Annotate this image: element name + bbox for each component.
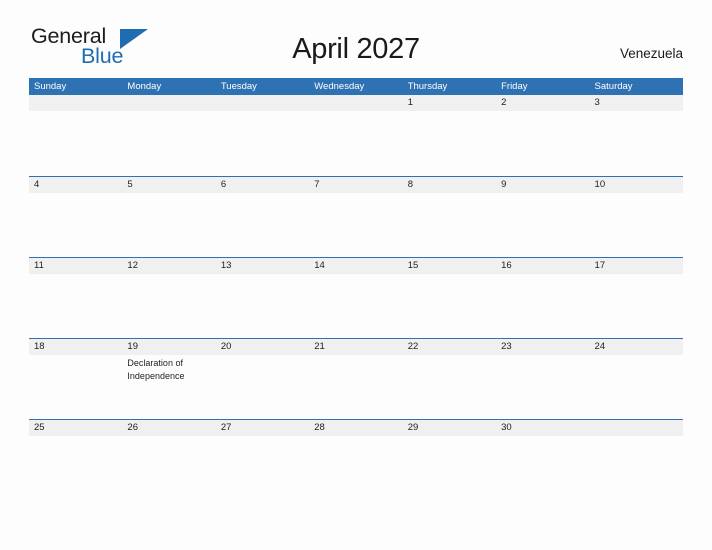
calendar-day-cell[interactable]: 26	[122, 420, 215, 500]
calendar-weeks: 1 2 3 4 5 6 7 8 9 10 11 12 13 14 15 16 17 18 19 Declaration…	[29, 95, 683, 500]
day-number: 14	[314, 260, 325, 271]
country-label: Venezuela	[619, 46, 683, 61]
calendar-day-cell[interactable]: 22	[403, 339, 496, 419]
weekday-monday: Monday	[127, 81, 162, 92]
day-number: 29	[407, 422, 419, 433]
calendar-day-cell[interactable]: 21	[309, 339, 402, 419]
calendar-day-cell[interactable]: 1	[403, 95, 496, 176]
day-number: 3	[594, 97, 600, 108]
day-number: 1	[407, 97, 413, 108]
day-number: 11	[34, 260, 44, 271]
calendar-day-cell[interactable]: 9	[496, 177, 589, 257]
calendar-day-cell[interactable]: 16	[496, 258, 589, 338]
week-cells: 18 19 Declaration of Independence 20 21 22 23 24	[29, 339, 683, 419]
day-number: 30	[501, 422, 512, 433]
weekday-tuesday: Tuesday	[220, 81, 257, 92]
day-number: 19	[127, 341, 138, 352]
calendar-day-cell-empty	[122, 95, 215, 176]
day-number: 12	[127, 260, 138, 271]
page-header: General Blue April 2027 Venezuela	[0, 0, 712, 76]
calendar-day-cell[interactable]: 7	[309, 177, 402, 257]
calendar-week-row: 1 2 3	[29, 95, 683, 176]
calendar-day-cell[interactable]: 10	[590, 177, 683, 257]
day-number: 5	[127, 179, 133, 190]
calendar-day-cell[interactable]: 8	[403, 177, 496, 257]
day-number: 28	[314, 422, 325, 433]
calendar-day-cell[interactable]: 13	[216, 258, 309, 338]
weekday-wednesday: Wednesday	[314, 81, 365, 92]
calendar-day-cell[interactable]: 18	[29, 339, 122, 419]
day-number: 8	[407, 179, 413, 190]
calendar-day-cell-empty	[29, 95, 122, 176]
week-cells: 1 2 3	[29, 95, 683, 176]
calendar-day-cell[interactable]: 24	[590, 339, 683, 419]
day-number: 22	[407, 341, 419, 352]
day-number: 23	[501, 341, 512, 352]
day-number: 13	[220, 260, 232, 271]
calendar-week-row: 25 26 27 28 29 30	[29, 419, 683, 500]
calendar-day-cell[interactable]: 14	[309, 258, 402, 338]
day-number: 2	[501, 97, 507, 108]
calendar-day-cell[interactable]: 25	[29, 420, 122, 500]
calendar-week-row: 18 19 Declaration of Independence 20 21 22 23 24	[29, 338, 683, 419]
day-events: Declaration of Independence	[127, 355, 210, 382]
calendar-day-cell[interactable]: 30	[496, 420, 589, 500]
calendar-day-cell[interactable]: 12	[122, 258, 215, 338]
day-number: 10	[594, 179, 606, 190]
calendar-day-cell[interactable]: 6	[216, 177, 309, 257]
weekday-friday: Friday	[501, 81, 528, 92]
weekday-header-row: Sunday Monday Tuesday Wednesday Thursday…	[29, 78, 683, 95]
calendar-day-cell-empty	[590, 420, 683, 500]
week-cells: 4 5 6 7 8 9 10	[29, 177, 683, 257]
week-cells: 11 12 13 14 15 16 17	[29, 258, 683, 338]
calendar-grid: Sunday Monday Tuesday Wednesday Thursday…	[29, 78, 683, 500]
calendar-day-cell[interactable]: 3	[590, 95, 683, 176]
day-number: 18	[34, 341, 45, 352]
page-title: April 2027	[292, 33, 420, 65]
week-cells: 25 26 27 28 29 30	[29, 420, 683, 500]
weekday-saturday: Saturday	[594, 81, 633, 92]
day-number: 20	[220, 341, 232, 352]
calendar-day-cell-empty	[309, 95, 402, 176]
calendar-week-row: 11 12 13 14 15 16 17	[29, 257, 683, 338]
day-number: 25	[34, 422, 45, 433]
calendar-day-cell[interactable]: 29	[403, 420, 496, 500]
day-number: 26	[127, 422, 138, 433]
day-number: 17	[594, 260, 606, 271]
day-event-line: Declaration of	[127, 358, 183, 368]
calendar-day-cell[interactable]: 11	[29, 258, 122, 338]
day-number: 15	[407, 260, 419, 271]
calendar-day-cell[interactable]: 4	[29, 177, 122, 257]
day-number: 6	[220, 179, 227, 190]
day-number: 27	[220, 422, 232, 433]
calendar-day-cell[interactable]: 23	[496, 339, 589, 419]
calendar-day-cell[interactable]: 17	[590, 258, 683, 338]
calendar-week-row: 4 5 6 7 8 9 10	[29, 176, 683, 257]
calendar-day-cell[interactable]: 15	[403, 258, 496, 338]
calendar-day-cell[interactable]: 19 Declaration of Independence	[122, 339, 215, 419]
calendar-day-cell[interactable]: 27	[216, 420, 309, 500]
calendar-day-cell-empty	[216, 95, 309, 176]
day-event-line: Independence	[127, 370, 185, 381]
weekday-thursday: Thursday	[407, 81, 448, 92]
day-number: 21	[314, 341, 325, 352]
calendar-day-cell[interactable]: 20	[216, 339, 309, 419]
calendar-day-cell[interactable]: 5	[122, 177, 215, 257]
day-number: 7	[314, 179, 320, 190]
calendar-day-cell[interactable]: 2	[496, 95, 589, 176]
day-number: 4	[34, 179, 40, 190]
weekday-sunday: Sunday	[34, 81, 67, 92]
day-number: 16	[501, 260, 512, 271]
calendar-day-cell[interactable]: 28	[309, 420, 402, 500]
day-number: 24	[594, 341, 606, 352]
day-number: 9	[501, 179, 507, 190]
